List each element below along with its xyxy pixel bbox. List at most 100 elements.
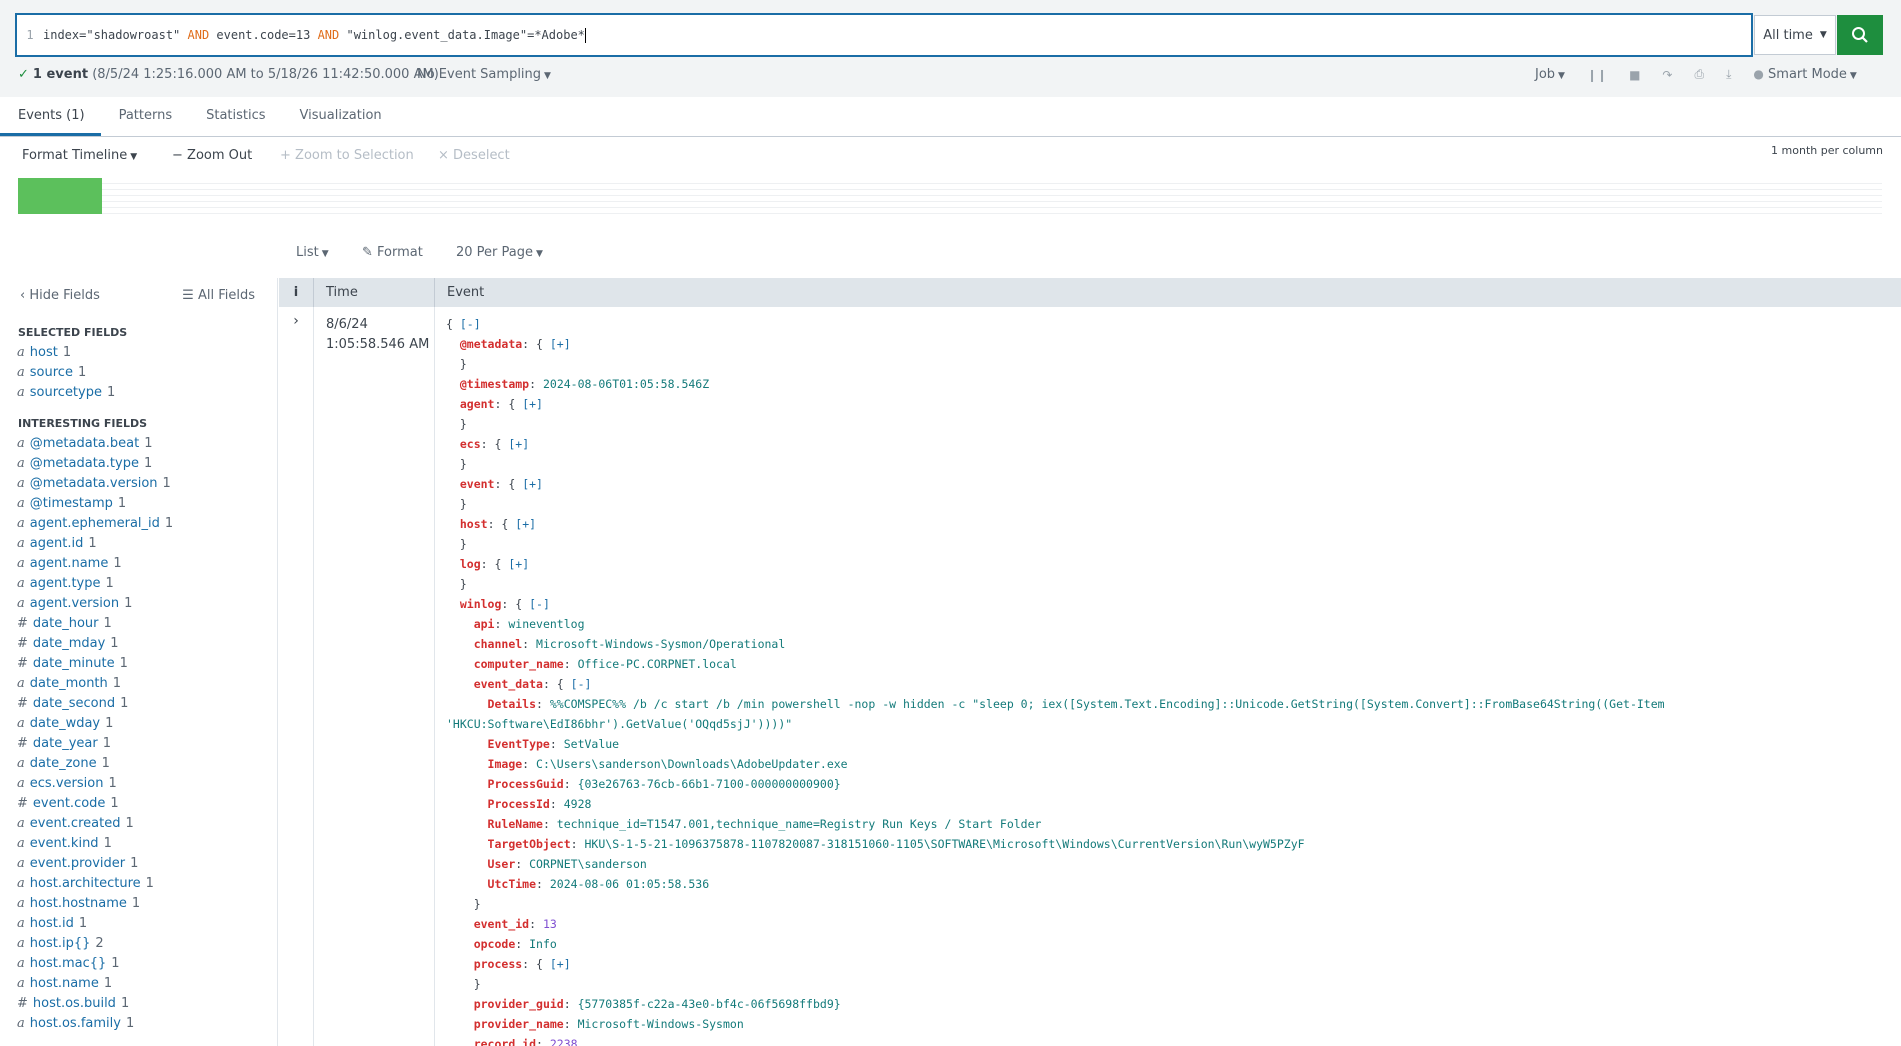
event-field-key[interactable]: ProcessGuid: [488, 777, 564, 791]
format-button[interactable]: ✎ Format: [362, 245, 423, 260]
event-field-value[interactable]: 2024-08-06 01:05:58.536: [550, 877, 709, 891]
field-item[interactable]: a event.provider 1: [0, 854, 277, 874]
time-range-picker[interactable]: All time ▼: [1754, 15, 1836, 55]
field-name[interactable]: source: [30, 365, 73, 380]
field-name[interactable]: @metadata.type: [30, 456, 139, 471]
event-field-key[interactable]: EventType: [488, 737, 550, 751]
event-field-key[interactable]: host: [460, 517, 488, 531]
field-name[interactable]: date_wday: [30, 716, 100, 731]
event-field-value[interactable]: {03e26763-76cb-66b1-7100-000000000900}: [578, 777, 841, 791]
event-field-value[interactable]: technique_id=T1547.001,technique_name=Re…: [557, 817, 1042, 831]
collapse-toggle[interactable]: [-]: [529, 597, 550, 611]
field-item[interactable]: # date_second 1: [0, 694, 277, 714]
event-field-value[interactable]: HKU\S-1-5-21-1096375878-1107820087-31815…: [585, 837, 1305, 851]
event-field-key[interactable]: ProcessId: [488, 797, 550, 811]
field-name[interactable]: @metadata.version: [30, 476, 158, 491]
field-item[interactable]: # date_hour 1: [0, 614, 277, 634]
field-name[interactable]: event.created: [30, 816, 121, 831]
event-field-key[interactable]: api: [474, 617, 495, 631]
deselect-button[interactable]: × Deselect: [438, 148, 510, 163]
timeline-bar[interactable]: [18, 178, 102, 214]
event-field-value[interactable]: SetValue: [564, 737, 619, 751]
expand-toggle[interactable]: [+]: [508, 437, 529, 451]
event-field-value[interactable]: Info: [529, 937, 557, 951]
event-field-value[interactable]: 4928: [564, 797, 592, 811]
field-name[interactable]: event.provider: [30, 856, 125, 871]
field-name[interactable]: agent.id: [30, 536, 84, 551]
format-timeline-button[interactable]: Format Timeline ▼: [22, 148, 137, 163]
hide-fields-button[interactable]: ‹ Hide Fields: [20, 288, 100, 303]
expand-toggle[interactable]: [+]: [508, 557, 529, 571]
chevron-right-icon[interactable]: ›: [279, 307, 314, 1046]
event-field-key[interactable]: provider_guid: [474, 997, 564, 1011]
field-item[interactable]: a host.os.family 1: [0, 1014, 277, 1034]
field-name[interactable]: ecs.version: [30, 776, 104, 791]
field-name[interactable]: @timestamp: [30, 496, 113, 511]
field-item[interactable]: a host.architecture 1: [0, 874, 277, 894]
field-item[interactable]: # host.os.build 1: [0, 994, 277, 1014]
event-field-key[interactable]: process: [474, 957, 522, 971]
zoom-to-selection-button[interactable]: + Zoom to Selection: [280, 148, 414, 163]
event-field-value[interactable]: Microsoft-Windows-Sysmon: [578, 1017, 744, 1031]
field-item[interactable]: a host.name 1: [0, 974, 277, 994]
event-field-key[interactable]: winlog: [460, 597, 502, 611]
event-field-value[interactable]: 2238: [550, 1037, 578, 1046]
event-field-key[interactable]: UtcTime: [488, 877, 536, 891]
field-item[interactable]: # date_minute 1: [0, 654, 277, 674]
event-field-value[interactable]: C:\Users\sanderson\Downloads\AdobeUpdate…: [536, 757, 848, 771]
event-field-key[interactable]: event: [460, 477, 495, 491]
field-item[interactable]: a agent.name 1: [0, 554, 277, 574]
print-icon[interactable]: ⎙: [1694, 67, 1704, 82]
tab-statistics[interactable]: Statistics: [188, 97, 281, 136]
field-item[interactable]: a host.id 1: [0, 914, 277, 934]
event-field-key[interactable]: agent: [460, 397, 495, 411]
zoom-out-button[interactable]: − Zoom Out: [172, 148, 252, 163]
field-name[interactable]: event.code: [33, 796, 106, 811]
field-name[interactable]: agent.ephemeral_id: [30, 516, 160, 531]
field-item[interactable]: # event.code 1: [0, 794, 277, 814]
event-field-value[interactable]: {5770385f-c22a-43e0-bf4c-06f5698ffbd9}: [578, 997, 841, 1011]
field-name[interactable]: date_mday: [33, 636, 105, 651]
event-field-value[interactable]: wineventlog: [508, 617, 584, 631]
event-field-key[interactable]: User: [488, 857, 516, 871]
field-item[interactable]: a sourcetype 1: [0, 383, 277, 403]
search-button[interactable]: [1837, 15, 1883, 55]
field-name[interactable]: host.name: [30, 976, 99, 991]
field-name[interactable]: date_zone: [30, 756, 97, 771]
pause-icon[interactable]: ❙❙: [1587, 68, 1607, 82]
search-query[interactable]: index="shadowroast" AND event.code=13 AN…: [43, 27, 586, 43]
field-item[interactable]: a host 1: [0, 343, 277, 363]
field-item[interactable]: a event.created 1: [0, 814, 277, 834]
field-item[interactable]: a @metadata.beat 1: [0, 434, 277, 454]
time-column-header[interactable]: Time: [314, 278, 435, 307]
field-name[interactable]: date_second: [33, 696, 115, 711]
event-field-value[interactable]: 'HKCU:Software\EdI86bhr').GetValue('OQqd…: [446, 717, 792, 731]
tab-patterns[interactable]: Patterns: [101, 97, 189, 136]
field-name[interactable]: date_hour: [33, 616, 99, 631]
field-item[interactable]: a @metadata.version 1: [0, 474, 277, 494]
event-field-value[interactable]: 2024-08-06T01:05:58.546Z: [543, 377, 709, 391]
share-icon[interactable]: ↷: [1662, 68, 1672, 82]
field-item[interactable]: # date_mday 1: [0, 634, 277, 654]
event-field-key[interactable]: channel: [474, 637, 522, 651]
field-name[interactable]: host.hostname: [30, 896, 127, 911]
all-fields-button[interactable]: ☰ All Fields: [182, 288, 255, 303]
field-item[interactable]: a @timestamp 1: [0, 494, 277, 514]
field-item[interactable]: a host.ip{} 2: [0, 934, 277, 954]
field-name[interactable]: host.id: [30, 916, 74, 931]
export-icon[interactable]: ⤓: [1726, 67, 1731, 82]
field-item[interactable]: a agent.type 1: [0, 574, 277, 594]
field-name[interactable]: host.os.family: [30, 1016, 121, 1031]
event-sampling-dropdown[interactable]: No Event Sampling ▼: [417, 67, 551, 82]
event-field-key[interactable]: event_id: [474, 917, 529, 931]
field-item[interactable]: a source 1: [0, 363, 277, 383]
field-item[interactable]: a date_month 1: [0, 674, 277, 694]
field-name[interactable]: host.mac{}: [30, 956, 107, 971]
list-dropdown[interactable]: List ▼: [296, 245, 329, 260]
event-time[interactable]: 8/6/24 1:05:58.546 AM: [314, 307, 435, 1046]
field-name[interactable]: date_minute: [33, 656, 115, 671]
event-field-key[interactable]: RuleName: [488, 817, 543, 831]
field-item[interactable]: a event.kind 1: [0, 834, 277, 854]
per-page-dropdown[interactable]: 20 Per Page ▼: [456, 245, 543, 260]
field-item[interactable]: # date_year 1: [0, 734, 277, 754]
